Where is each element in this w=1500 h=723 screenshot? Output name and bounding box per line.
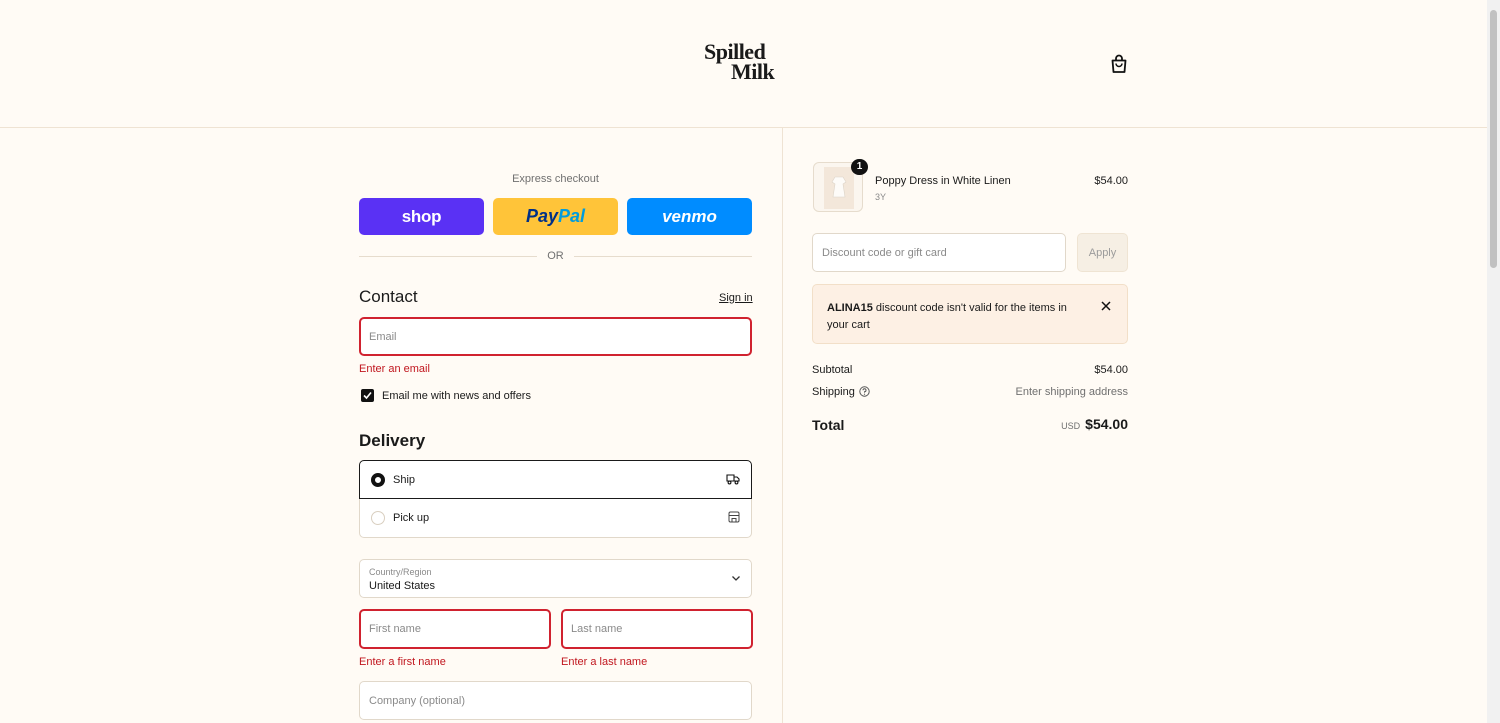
discount-code-field[interactable]: Discount code or gift card [812, 233, 1066, 272]
paypal-button[interactable]: Pay Pal [493, 198, 618, 235]
header: Spilled Milk [0, 0, 1487, 128]
delivery-heading: Delivery [359, 431, 426, 450]
venmo-button[interactable]: venmo [627, 198, 752, 235]
discount-placeholder: Discount code or gift card [822, 246, 947, 259]
first-name-placeholder: First name [369, 623, 421, 635]
store-logo[interactable]: Spilled Milk [704, 41, 775, 84]
help-icon[interactable] [859, 386, 870, 397]
scrollbar-thumb[interactable] [1490, 10, 1497, 268]
country-select[interactable]: Country/Region United States [359, 559, 752, 598]
store-icon [728, 511, 740, 523]
close-icon[interactable] [1101, 301, 1111, 311]
shipping-label: Shipping [812, 386, 855, 398]
checkmark-icon [363, 391, 372, 400]
notice-code: ALINA15 [827, 302, 873, 314]
ship-label: Ship [393, 474, 416, 486]
shop-pay-label: shop [401, 206, 442, 226]
first-name-field[interactable]: First name [359, 609, 551, 649]
contact-heading: Contact [359, 287, 418, 306]
total-amount: USD $54.00 [960, 416, 1128, 432]
company-field[interactable]: Company (optional) [359, 681, 752, 720]
discount-error-notice: ALINA15 discount code isn't valid for th… [812, 284, 1128, 344]
company-placeholder: Company (optional) [369, 694, 465, 707]
subtotal-label: Subtotal [812, 364, 853, 376]
express-checkout-label: Express checkout [512, 173, 599, 185]
paypal-label-pay: Pay [525, 206, 558, 226]
pickup-radio[interactable] [371, 511, 385, 525]
email-error: Enter an email [359, 363, 430, 375]
product-name: Poppy Dress in White Linen [875, 175, 1011, 187]
last-name-placeholder: Last name [571, 623, 623, 635]
apply-label: Apply [1088, 246, 1117, 259]
newsletter-checkbox[interactable] [361, 389, 374, 402]
product-price: $54.00 [1094, 175, 1128, 187]
column-divider [782, 128, 783, 723]
ship-radio[interactable] [371, 473, 385, 487]
or-separator: OR [359, 250, 752, 264]
venmo-label: venmo [662, 206, 717, 226]
sign-in-link[interactable]: Sign in [719, 292, 753, 304]
country-label: Country/Region [369, 567, 432, 577]
product-variant: 3Y [875, 192, 887, 202]
scrollbar[interactable] [1487, 0, 1500, 723]
ship-option[interactable]: Ship [359, 460, 752, 499]
shop-pay-button[interactable]: shop [359, 198, 484, 235]
quantity-badge: 1 [851, 159, 868, 175]
subtotal-value: $54.00 [1094, 364, 1128, 376]
apply-button[interactable]: Apply [1077, 233, 1128, 272]
paypal-label-pal: Pal [558, 206, 586, 226]
country-value: United States [369, 580, 436, 592]
shopping-bag-icon[interactable] [1110, 54, 1128, 74]
last-name-error: Enter a last name [561, 656, 648, 668]
pickup-option[interactable]: Pick up [359, 499, 752, 538]
logo-line-2: Milk [731, 59, 775, 84]
newsletter-label: Email me with news and offers [382, 390, 531, 402]
email-placeholder: Email [369, 330, 397, 343]
separator-line-right [574, 256, 752, 257]
pickup-label: Pick up [393, 512, 430, 524]
shipping-value: Enter shipping address [1015, 386, 1128, 398]
total-value: $54.00 [1085, 416, 1128, 432]
truck-icon [726, 474, 740, 485]
chevron-down-icon [732, 576, 740, 581]
total-label: Total [812, 417, 845, 433]
last-name-field[interactable]: Last name [561, 609, 753, 649]
first-name-error: Enter a first name [359, 656, 446, 668]
total-currency: USD [1061, 421, 1081, 431]
notice-message: ALINA15 discount code isn't valid for th… [827, 300, 1087, 334]
email-field[interactable]: Email [359, 317, 752, 356]
